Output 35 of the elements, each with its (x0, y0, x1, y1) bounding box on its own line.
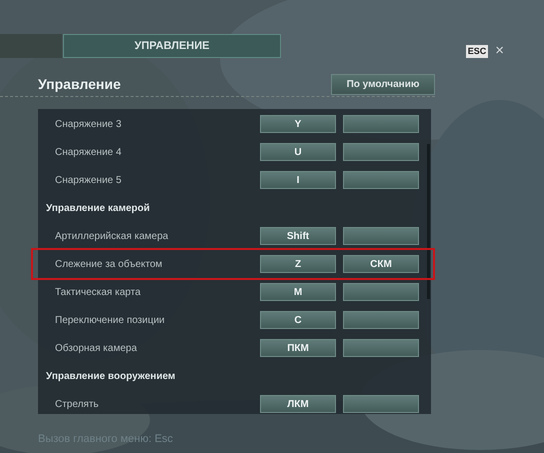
scrollbar[interactable] (427, 144, 430, 299)
key-binding-button[interactable]: C (260, 311, 336, 329)
key-binding-button[interactable] (343, 311, 419, 329)
group-heading: Управление вооружением (45, 370, 176, 384)
action-label: Тактическая карта (54, 286, 142, 300)
key-binding-button[interactable] (343, 283, 419, 301)
tab[interactable]: УПРАВЛЕНИЕ (63, 34, 281, 58)
action-label: Слежение за объектом (54, 258, 164, 272)
key-binding-button[interactable] (343, 115, 419, 133)
action-label: Обзорная камера (54, 342, 138, 356)
key-binding-button[interactable] (343, 339, 419, 357)
section-title: Управление (38, 75, 121, 94)
key-binding-button[interactable]: Z (260, 255, 336, 273)
action-label: Снаряжение 5 (54, 174, 122, 188)
tab-bar-segment (0, 34, 62, 58)
action-label: Артиллерийская камера (54, 230, 170, 244)
action-label: Стрелять (54, 398, 100, 412)
group-heading: Управление камерой (45, 202, 150, 216)
key-binding-button[interactable]: I (260, 171, 336, 189)
key-binding-button[interactable] (343, 227, 419, 245)
key-binding-button[interactable]: СКМ (343, 255, 419, 273)
close-icon[interactable]: × (495, 44, 504, 58)
action-label: Снаряжение 4 (54, 146, 122, 160)
key-binding-button[interactable]: ЛКМ (260, 395, 336, 413)
key-binding-button[interactable]: Shift (260, 227, 336, 245)
key-binding-button[interactable]: M (260, 283, 336, 301)
action-label: Снаряжение 3 (54, 118, 122, 132)
key-binding-button[interactable] (343, 395, 419, 413)
key-binding-button[interactable] (343, 171, 419, 189)
default-button[interactable]: По умолчанию (331, 74, 435, 95)
key-binding-button[interactable]: U (260, 143, 336, 161)
key-binding-button[interactable]: Y (260, 115, 336, 133)
key-binding-button[interactable] (343, 143, 419, 161)
action-label: Переключение позиции (54, 314, 166, 328)
key-binding-button[interactable]: ПКМ (260, 339, 336, 357)
